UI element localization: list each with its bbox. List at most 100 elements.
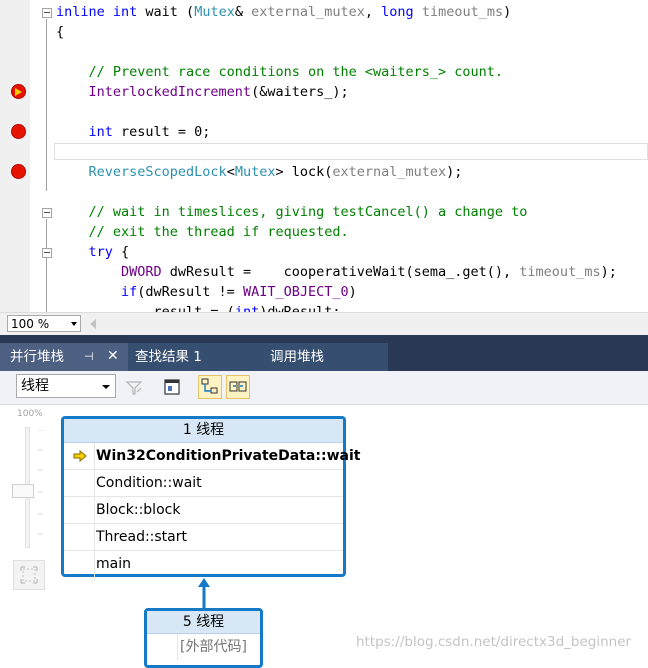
view-mode-select[interactable]: 线程 [16,374,116,398]
collapse-icon[interactable] [42,248,52,258]
code-token: try [56,244,122,260]
code-token: , [364,4,382,20]
stack-node-external[interactable]: 5 线程 [外部代码] [144,608,263,668]
stack-node-main[interactable]: 1 线程 Win32ConditionPrivateData::wait Con… [61,416,360,577]
parallel-stacks-toolbar: 线程 [0,371,648,405]
stack-frame[interactable]: main [64,551,343,577]
code-token: > lock( [275,164,333,180]
frame-label: Block::block [96,502,181,518]
code-token: if [56,284,138,300]
stack-frame[interactable]: Win32ConditionPrivateData::wait [64,443,360,470]
breakpoint-current-icon[interactable] [11,84,26,99]
zoom-percent-label: 100% [17,409,43,419]
zoom-to-fit-button[interactable] [13,560,45,590]
outline-line [46,19,47,191]
code-line[interactable]: try { [56,242,130,262]
code-token: dwResult = cooperativeWait(sema_.get(), [169,264,520,280]
code-token: result = 0; [121,124,211,140]
code-line[interactable]: InterlockedIncrement(&waiters_); [56,82,349,102]
code-token: InterlockedIncrement [56,84,252,100]
code-line[interactable]: if(dwResult != WAIT_OBJECT_0) [56,282,357,302]
collapse-icon[interactable] [42,8,52,18]
scroll-left-icon[interactable] [90,319,96,329]
chevron-down-icon [71,322,77,326]
window-icon [164,379,180,395]
zoom-select[interactable]: 100 % [7,315,81,332]
code-line[interactable]: int result = 0; [56,122,211,142]
code-token: DWORD [56,264,170,280]
close-icon[interactable]: ✕ [107,349,121,363]
tab-parallel-stacks[interactable]: 并行堆栈 ⊣ ✕ [0,343,128,371]
code-token: ) [348,284,357,300]
zoom-slider-thumb[interactable] [12,484,34,498]
code-token: long [381,4,422,20]
auto-scroll-icon [229,381,247,392]
zoom-ticks [38,430,43,535]
code-line[interactable]: inline int wait (Mutex& external_mutex, … [56,2,511,22]
zoom-value: 100 % [11,317,50,331]
pin-icon[interactable]: ⊣ [84,351,96,363]
code-token: result = ( [56,304,235,312]
stack-frame[interactable]: Condition::wait [64,470,343,497]
stack-frame[interactable]: Block::block [64,497,343,524]
code-token: int [112,4,146,20]
code-line[interactable]: { [56,22,64,42]
layout-tree-icon [201,378,218,394]
code-token: )dwResult; [259,304,341,312]
code-line[interactable]: DWORD dwResult = cooperativeWait(sema_.g… [56,262,617,282]
tab-label: 查找结果 1 [135,349,202,365]
frame-label: main [96,556,131,572]
code-token: { [121,244,130,260]
breakpoint-margin[interactable] [0,0,31,312]
code-token: timeout_ms [519,264,601,280]
breakpoint-icon[interactable] [11,164,26,179]
auto-scroll-button[interactable] [226,375,250,399]
code-token: timeout_ms [421,4,504,20]
code-token: // exit the thread if requested. [56,224,349,240]
chevron-down-icon [102,385,110,389]
code-line[interactable]: // wait in timeslices, giving testCancel… [56,202,528,222]
breakpoint-icon[interactable] [11,124,26,139]
frame-label: Thread::start [96,529,187,545]
tab-find-results[interactable]: 查找结果 1 [128,343,260,371]
code-token: inline [56,4,113,20]
editor-status-bar: 100 % [0,312,648,335]
code-token: WAIT_OBJECT_0 [242,284,349,300]
tab-call-stack[interactable]: 调用堆栈 [260,343,388,371]
current-frame-arrow-icon [73,450,87,462]
collapse-icon[interactable] [42,208,52,218]
code-token: (&waiters_); [251,84,349,100]
code-token: int [56,124,122,140]
watermark-text: https://blog.csdn.net/directx3d_beginner [356,634,632,650]
code-line[interactable]: result = (int)dwResult; [56,302,341,312]
stack-frame[interactable]: Thread::start [64,524,343,551]
stack-frame[interactable]: [外部代码] [147,634,260,660]
code-line[interactable]: // exit the thread if requested. [56,222,349,242]
code-token: Mutex [234,164,276,180]
code-token: ReverseScopedLock [56,164,227,180]
tab-label: 调用堆栈 [270,349,324,365]
toggle-top-down-button[interactable] [198,375,222,399]
code-token: wait ( [145,4,195,20]
code-line[interactable]: // Prevent race conditions on the <waite… [56,62,504,82]
code-editor[interactable]: inline int wait (Mutex& external_mutex, … [0,0,648,312]
outline-line [46,219,47,312]
code-token: ); [600,264,617,280]
fit-to-window-icon [20,566,38,584]
connector-arrow [198,578,210,609]
filter-icon [125,381,143,395]
tab-label: 并行堆栈 [10,349,64,365]
code-token: external_mutex [332,164,447,180]
frame-label: Condition::wait [96,475,202,491]
code-line[interactable]: ReverseScopedLock<Mutex> lock(external_m… [56,162,463,182]
code-token: < [226,164,235,180]
frame-label: [外部代码] [180,639,247,655]
code-token: ); [446,164,463,180]
code-token: // Prevent race conditions on the <waite… [56,64,504,80]
code-token: { [56,24,65,40]
toggle-method-view-button[interactable] [122,375,146,399]
code-token: Mutex [194,4,235,20]
current-statement-arrow-icon [15,88,22,96]
code-token: ) [503,4,512,20]
show-external-code-button[interactable] [160,375,184,399]
